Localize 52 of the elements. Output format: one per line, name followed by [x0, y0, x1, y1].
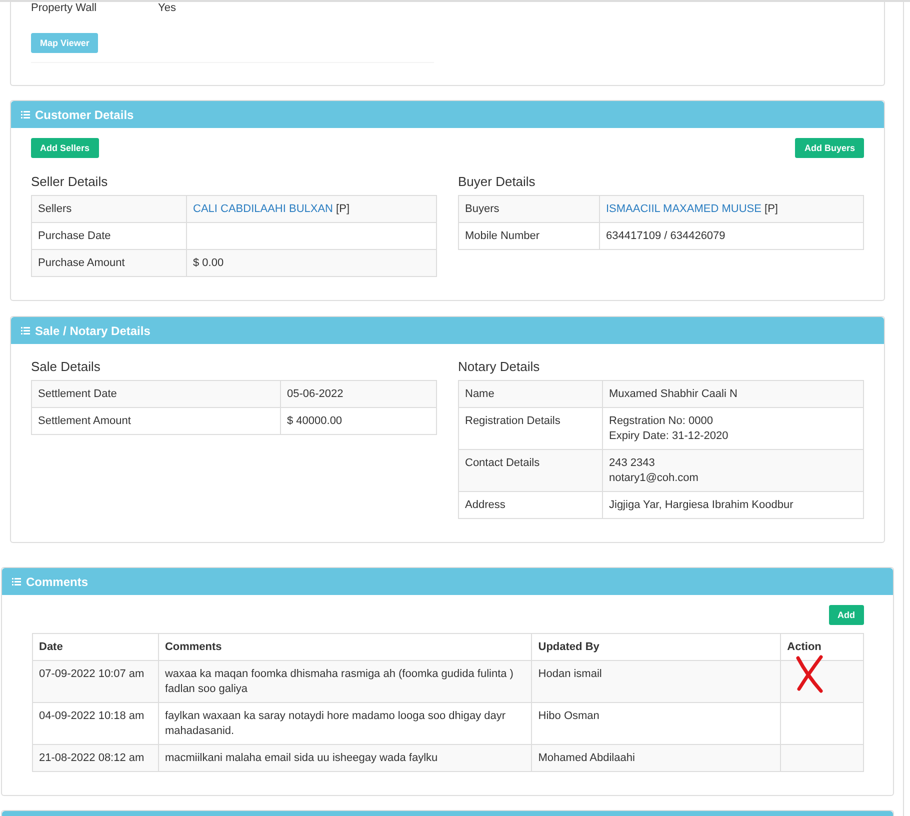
map-viewer-button[interactable]: Map Viewer: [31, 33, 98, 53]
column-header: Comments: [158, 634, 532, 660]
label-cell: Purchase Date: [32, 222, 186, 250]
name-link[interactable]: ISMAACIIL MAXAMED MUUSE: [606, 203, 762, 215]
label-cell: Settlement Amount: [32, 408, 280, 434]
field-label: Property Wall: [31, 2, 98, 14]
label-cell: Sellers: [32, 196, 186, 222]
label-cell: Buyers: [458, 196, 600, 222]
label-cell: Registration Details: [458, 408, 602, 450]
column-header: Action: [780, 634, 864, 660]
column-header: Date: [32, 634, 158, 660]
table-cell: Hibo Osman: [532, 702, 781, 744]
tag-text: [P]: [764, 203, 778, 215]
section-title: Sale Details: [31, 359, 102, 374]
label-cell: Purchase Amount: [32, 250, 186, 276]
value-cell: 634417109 / 634426079: [600, 222, 864, 250]
table-cell: 21-08-2022 08:12 am: [32, 744, 158, 772]
table-cell: faylkan waxaan ka saray notaydi hore madamo looga soo dhigay dayr mahadasanid.: [158, 702, 532, 744]
name-link[interactable]: CALI CABDILAAHI BULXAN: [193, 203, 333, 215]
value-cell: 243 2343 notary1@coh.com: [602, 450, 864, 492]
column-header: Updated By: [532, 634, 781, 660]
table-cell: 04-09-2022 10:18 am: [32, 702, 158, 744]
add-buyers-button[interactable]: Add Buyers: [795, 138, 864, 158]
value-cell: $ 0.00: [186, 250, 436, 276]
label-cell: Name: [458, 380, 602, 408]
value-cell: Regstration No: 0000 Expiry Date: 31-12-2020: [602, 408, 864, 450]
add-button[interactable]: Add: [828, 605, 864, 625]
add-sellers-button[interactable]: Add Sellers: [31, 138, 99, 158]
panel-title: Sale / Notary Details: [35, 324, 150, 338]
list-icon: [21, 110, 30, 118]
section-title: Buyer Details: [458, 174, 536, 189]
value-cell: Muxamed Shabhir Caali N: [602, 380, 864, 408]
value-cell: Jigjiga Yar, Hargiesa Ibrahim Koodbur: [602, 492, 864, 518]
label-cell: Settlement Date: [32, 380, 280, 408]
table-cell: waxaa ka maqan foomka dhismaha rasmiga ah (foomka gudida fulinta ) fadlan soo galiya: [158, 660, 532, 702]
label-cell: Contact Details: [458, 450, 602, 492]
label-cell: Mobile Number: [458, 222, 600, 250]
value-cell: 05-06-2022: [280, 380, 436, 408]
tag-text: [P]: [335, 203, 350, 215]
section-title: Notary Details: [458, 359, 541, 374]
table-cell: 07-09-2022 10:07 am: [32, 660, 158, 702]
table-cell: macmiilkani malaha email sida uu isheegay wada faylku: [158, 744, 532, 772]
list-icon: [12, 578, 21, 586]
panel-title: Comments: [26, 574, 88, 588]
table-cell: Mohamed Abdilaahi: [532, 744, 781, 772]
table-cell: Hodan ismail: [532, 660, 781, 702]
field-value: Yes: [158, 2, 176, 14]
label-cell: Address: [458, 492, 602, 518]
value-cell: $ 40000.00: [280, 408, 436, 434]
panel-title: Customer Details: [35, 108, 134, 122]
section-title: Seller Details: [31, 174, 109, 189]
list-icon: [21, 326, 30, 334]
